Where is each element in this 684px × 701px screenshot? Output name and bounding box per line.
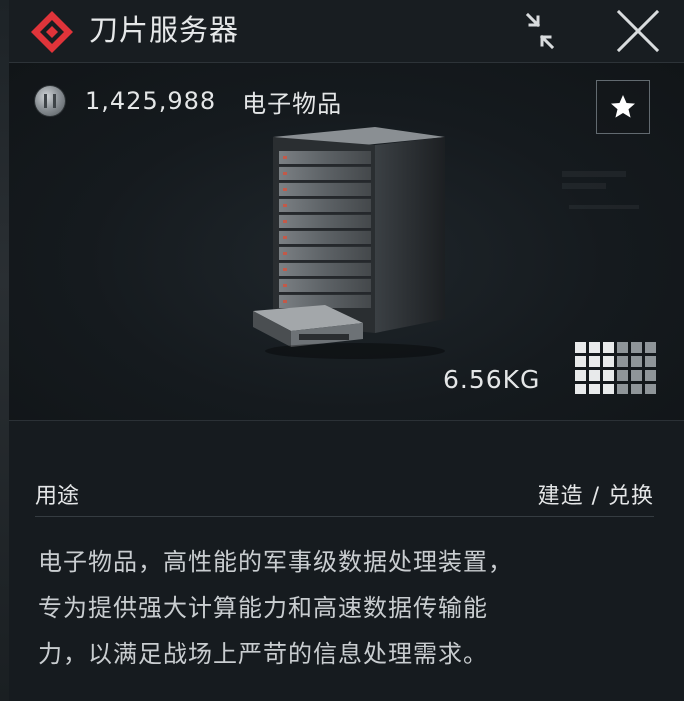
grid-cell — [631, 342, 642, 353]
backdrop-texture — [562, 171, 626, 177]
panel-header: 刀片服务器 — [9, 0, 684, 63]
grid-cell — [575, 384, 586, 394]
grid-cell — [645, 342, 656, 353]
item-price: 1,425,988 — [85, 87, 217, 115]
grid-cell — [631, 384, 642, 394]
inventory-grid-icon — [575, 342, 656, 394]
item-preview-area: 1,425,988 电子物品 6.56KG — [9, 63, 684, 421]
item-description-area: 用途 建造 / 兑换 电子物品，高性能的军事级数据处理装置， 专为提供强大计算能… — [9, 421, 684, 701]
collapse-arrows-icon[interactable] — [515, 8, 565, 54]
grid-cell — [589, 384, 600, 394]
item-weight: 6.56KG — [443, 365, 541, 394]
item-title: 刀片服务器 — [89, 13, 240, 47]
silver-coin-icon — [35, 86, 65, 116]
usage-value: 建造 / 兑换 — [537, 484, 654, 509]
usage-row: 用途 建造 / 兑换 — [35, 476, 654, 517]
grid-cell — [617, 356, 628, 367]
favorite-button[interactable] — [596, 80, 650, 134]
description-line: 专为提供强大计算能力和高速数据传输能 — [38, 594, 488, 622]
grid-cell — [631, 356, 642, 367]
grid-cell — [617, 370, 628, 381]
grid-cell — [575, 370, 586, 381]
item-description: 电子物品，高性能的军事级数据处理装置， 专为提供强大计算能力和高速数据传输能 力… — [38, 539, 638, 677]
background-strip — [0, 0, 9, 701]
grid-cell — [589, 342, 600, 353]
close-x-icon[interactable] — [613, 8, 663, 54]
item-category: 电子物品 — [242, 89, 343, 118]
blade-server-icon — [253, 127, 445, 359]
grid-cell — [589, 356, 600, 367]
star-icon — [611, 95, 635, 118]
grid-cell — [603, 370, 614, 381]
grid-cell — [603, 384, 614, 394]
description-line: 力，以满足战场上严苛的信息处理需求。 — [38, 640, 488, 668]
backdrop-texture — [569, 205, 639, 209]
diamond-logo-icon — [31, 11, 73, 53]
grid-cell — [603, 356, 614, 367]
grid-cell — [645, 356, 656, 367]
usage-label: 用途 — [35, 484, 80, 509]
grid-cell — [603, 342, 614, 353]
item-detail-panel: 刀片服务器 1,425,988 电子物品 6.56KG 用途 建造 / 兑换 电… — [0, 0, 684, 701]
grid-cell — [617, 384, 628, 394]
grid-cell — [631, 370, 642, 381]
grid-cell — [617, 342, 628, 353]
grid-cell — [589, 370, 600, 381]
description-line: 电子物品，高性能的军事级数据处理装置， — [38, 548, 513, 576]
backdrop-texture — [562, 183, 606, 189]
grid-cell — [575, 342, 586, 353]
price-row: 1,425,988 电子物品 — [35, 85, 343, 118]
grid-cell — [575, 356, 586, 367]
grid-cell — [645, 370, 656, 381]
grid-cell — [645, 384, 656, 394]
